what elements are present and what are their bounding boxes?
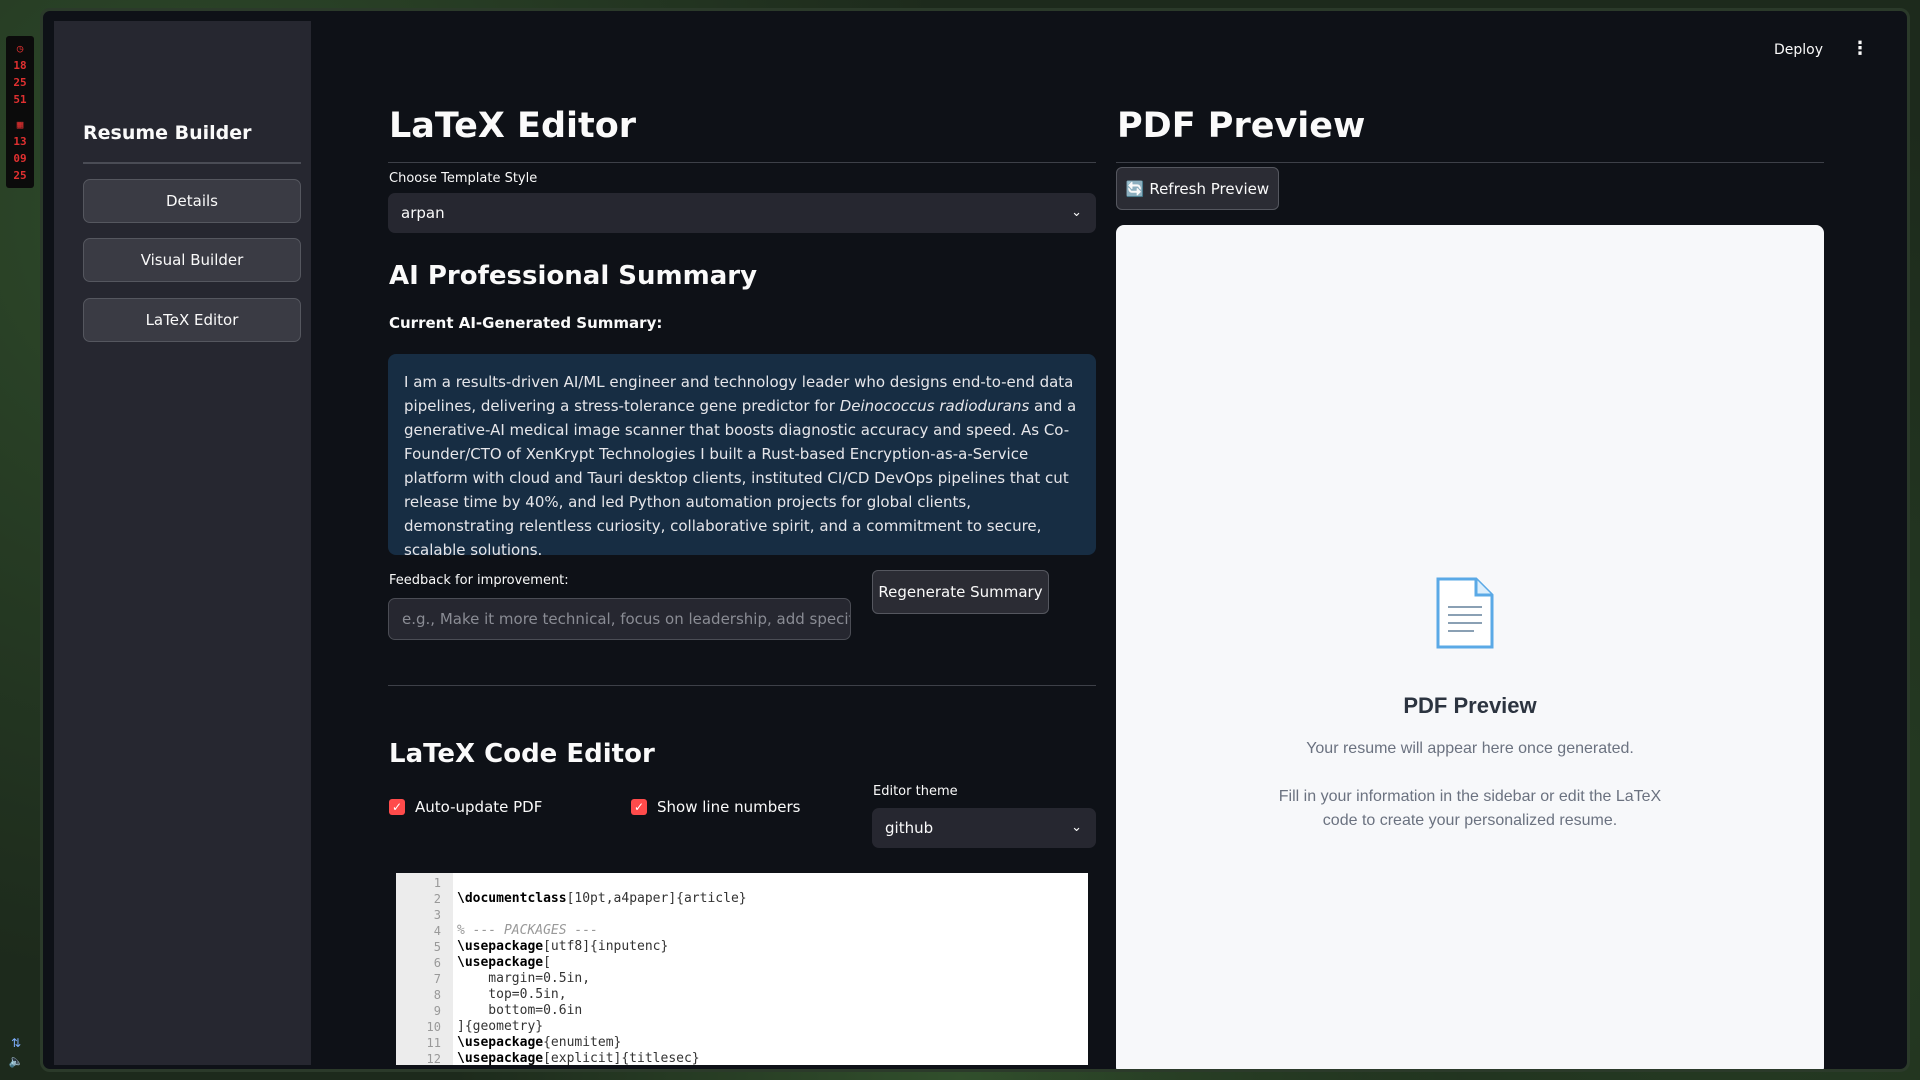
date-year: 25 — [13, 169, 27, 182]
sidebar: Resume Builder Details Visual Builder La… — [54, 21, 311, 1065]
network-icon[interactable]: ⇅ — [4, 1034, 28, 1052]
code-editor-heading: LaTeX Code Editor — [389, 739, 655, 769]
refresh-preview-button[interactable]: 🔄 Refresh Preview — [1116, 167, 1279, 210]
line-number: 6 — [433, 956, 441, 970]
preview-placeholder-title: PDF Preview — [1403, 693, 1537, 718]
preview-placeholder-line2: Fill in your information in the sidebar … — [1278, 788, 1662, 805]
template-style-select[interactable]: arpan ⌄ — [388, 193, 1096, 233]
main-menu-icon[interactable]: ⋮ — [1851, 38, 1869, 59]
checkmark-icon: ✓ — [389, 799, 405, 815]
pdf-preview-panel: PDF Preview Your resume will appear here… — [1116, 225, 1824, 1069]
deploy-button[interactable]: Deploy — [1774, 42, 1823, 58]
feedback-input[interactable]: e.g., Make it more technical, focus on l… — [388, 598, 851, 640]
latex-editor-button[interactable]: LaTeX Editor — [83, 298, 301, 342]
line-number: 10 — [426, 1020, 441, 1034]
editor-theme-value: github — [885, 819, 934, 837]
editor-title-divider — [388, 162, 1096, 163]
feedback-placeholder: e.g., Make it more technical, focus on l… — [402, 610, 850, 628]
preview-placeholder-line3: code to create your personalized resume. — [1322, 812, 1618, 829]
code-text: bottom=0.6in — [457, 1003, 583, 1018]
line-number: 4 — [433, 924, 441, 938]
line-number: 8 — [433, 988, 441, 1002]
code-text: \usepackage[utf8]{inputenc} — [457, 939, 669, 954]
feedback-label: Feedback for improvement: — [389, 573, 569, 588]
auto-update-label: Auto-update PDF — [415, 798, 543, 816]
code-line[interactable]: 9 bottom=0.6in — [396, 1003, 1088, 1019]
code-line[interactable]: 5 \usepackage[utf8]{inputenc} — [396, 939, 1088, 955]
code-text: ]{geometry} — [457, 1019, 544, 1034]
preview-title-divider — [1116, 162, 1824, 163]
editor-theme-label: Editor theme — [873, 784, 958, 799]
code-line[interactable]: 11 \usepackage{enumitem} — [396, 1035, 1088, 1051]
code-text: \documentclass[10pt,a4paper]{article} — [457, 891, 747, 906]
app-window: Resume Builder Details Visual Builder La… — [40, 8, 1910, 1072]
sidebar-divider — [83, 162, 301, 164]
preview-placeholder-line1: Your resume will appear here once genera… — [1306, 740, 1634, 757]
code-text: \usepackage[ — [457, 955, 551, 970]
code-text: top=0.5in, — [457, 987, 567, 1002]
date-month: 09 — [13, 152, 27, 165]
checkmark-icon: ✓ — [631, 799, 647, 815]
code-line[interactable]: 10 ]{geometry} — [396, 1019, 1088, 1035]
ai-summary-heading: AI Professional Summary — [389, 261, 758, 291]
code-lines: 1 2 \documentclass[10pt,a4paper]{article} 3… — [396, 873, 1088, 1065]
line-number: 7 — [433, 972, 441, 986]
line-numbers-checkbox[interactable]: ✓ Show line numbers — [631, 798, 800, 816]
summary-text-emphasis: Deinococcus radiodurans — [839, 397, 1030, 415]
code-line[interactable]: 1 — [396, 875, 1088, 891]
sidebar-title: Resume Builder — [83, 122, 252, 144]
preview-title: PDF Preview — [1117, 106, 1366, 146]
current-summary-label: Current AI-Generated Summary: — [389, 314, 663, 332]
volume-icon[interactable]: 🔈 — [4, 1052, 28, 1070]
auto-update-checkbox[interactable]: ✓ Auto-update PDF — [389, 798, 542, 816]
editor-theme-select[interactable]: github ⌄ — [872, 808, 1096, 848]
code-line[interactable]: 7 margin=0.5in, — [396, 971, 1088, 987]
code-line[interactable]: 4 % --- PACKAGES --- — [396, 923, 1088, 939]
line-number: 12 — [426, 1052, 441, 1065]
date-day: 13 — [13, 135, 27, 148]
line-numbers-label: Show line numbers — [657, 798, 801, 816]
section-divider — [388, 685, 1096, 686]
code-text: % --- PACKAGES --- — [457, 923, 598, 938]
latex-code-editor[interactable]: 1 2 \documentclass[10pt,a4paper]{article} 3… — [396, 873, 1088, 1065]
template-style-label: Choose Template Style — [389, 171, 538, 186]
code-line[interactable]: 12 \usepackage[explicit]{titlesec} — [396, 1051, 1088, 1065]
template-style-value: arpan — [401, 204, 445, 222]
code-line[interactable]: 8 top=0.5in, — [396, 987, 1088, 1003]
editor-title: LaTeX Editor — [389, 106, 637, 146]
desktop-clock-widget: ◷ 18 25 51 ▦ 13 09 25 — [6, 36, 34, 188]
line-number: 2 — [433, 892, 441, 906]
code-line[interactable]: 2 \documentclass[10pt,a4paper]{article} — [396, 891, 1088, 907]
desktop-strip: ◷ 18 25 51 ▦ 13 09 25 ⇅ 🔈 — [0, 0, 40, 1080]
clock-second: 51 — [13, 93, 27, 106]
regenerate-summary-button[interactable]: Regenerate Summary — [872, 570, 1049, 614]
document-icon — [1436, 577, 1494, 649]
code-text: \usepackage[explicit]{titlesec} — [457, 1051, 700, 1065]
line-number: 11 — [426, 1036, 441, 1050]
visual-builder-button[interactable]: Visual Builder — [83, 238, 301, 282]
clock-icon: ◷ — [16, 42, 24, 55]
ai-summary-box: I am a results-driven AI/ML engineer and… — [388, 354, 1096, 559]
clock-hour: 18 — [13, 59, 27, 72]
summary-text-post: and a generative-AI medical image scanne… — [404, 397, 1077, 559]
line-number: 3 — [433, 908, 441, 922]
system-tray: ⇅ 🔈 — [4, 1034, 28, 1070]
calendar-icon: ▦ — [16, 118, 24, 131]
code-text: \usepackage{enumitem} — [457, 1035, 622, 1050]
code-text: margin=0.5in, — [457, 971, 591, 986]
line-number: 5 — [433, 940, 441, 954]
code-line[interactable]: 3 — [396, 907, 1088, 923]
line-number: 1 — [433, 876, 441, 890]
chevron-down-icon: ⌄ — [1071, 205, 1082, 221]
line-number: 9 — [433, 1004, 441, 1018]
clock-minute: 25 — [13, 76, 27, 89]
code-line[interactable]: 6 \usepackage[ — [396, 955, 1088, 971]
details-button[interactable]: Details — [83, 179, 301, 223]
chevron-down-icon: ⌄ — [1071, 820, 1082, 836]
